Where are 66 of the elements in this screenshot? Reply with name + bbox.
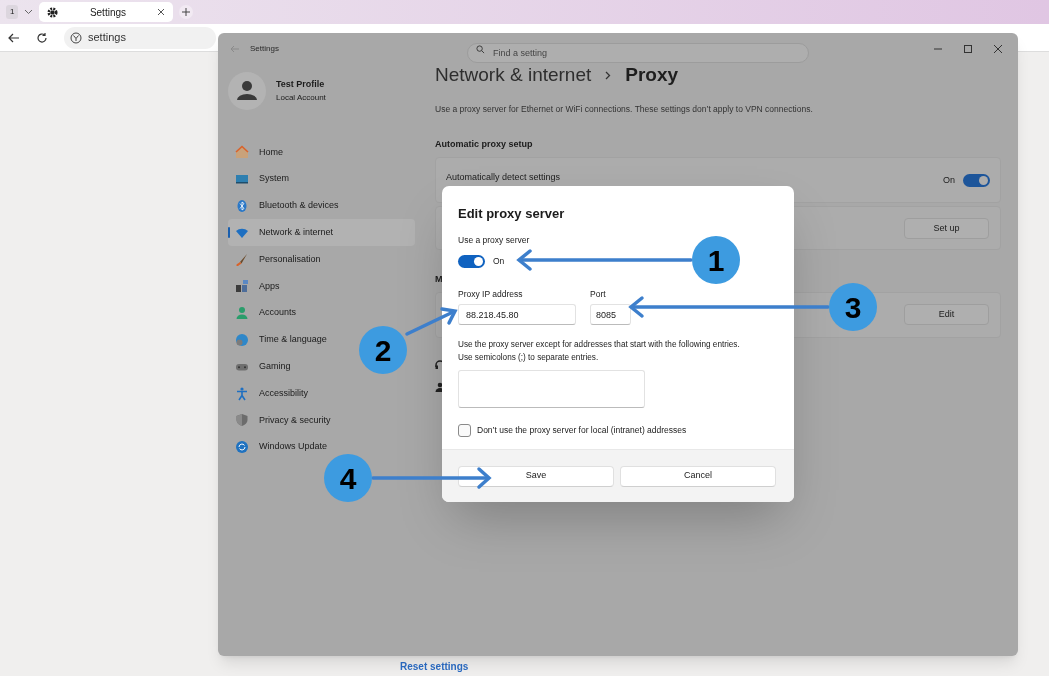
sidebar-item[interactable]: System xyxy=(228,165,297,193)
profile-name: Test Profile xyxy=(276,78,326,92)
sidebar-item[interactable]: Time & language xyxy=(228,326,335,354)
search-icon xyxy=(475,44,485,54)
refresh-icon xyxy=(235,440,249,455)
page-title: Proxy xyxy=(625,62,679,87)
tab-count[interactable]: 1 xyxy=(6,5,19,19)
setup-button[interactable]: Set up xyxy=(904,217,989,239)
input-field[interactable] xyxy=(458,370,645,408)
help-text: Use the proxy server except for addresses that start with the following entries. xyxy=(458,339,741,351)
toggle-switch[interactable] xyxy=(963,173,990,187)
home-icon xyxy=(235,145,249,160)
avatar xyxy=(228,72,266,110)
new-tab-icon[interactable] xyxy=(179,5,194,19)
sidebar-item[interactable]: Privacy & security xyxy=(228,406,339,434)
page-description: Use a proxy server for Ethernet or WiFi connections. These settings don’t apply to VPN connections. xyxy=(435,103,814,116)
browser-tab[interactable]: Settings xyxy=(39,2,174,22)
checkbox[interactable] xyxy=(458,424,471,437)
bluetooth-icon xyxy=(235,199,249,213)
toggle-switch[interactable] xyxy=(458,255,485,269)
setting-label: Automatically detect settings xyxy=(446,170,561,184)
sidebar-item[interactable]: Bluetooth & devices xyxy=(228,192,347,220)
save-button[interactable]: Save xyxy=(458,465,614,487)
edit-button[interactable]: Edit xyxy=(904,304,989,326)
arrow xyxy=(405,307,458,336)
chevron-icon xyxy=(605,70,612,80)
sidebar-item[interactable]: Home xyxy=(228,139,291,166)
apps-icon xyxy=(235,279,249,294)
sidebar-item[interactable]: Apps xyxy=(228,273,288,300)
gear-icon xyxy=(47,6,59,18)
reload-icon[interactable] xyxy=(36,31,48,44)
field-label: Use a proxy server xyxy=(458,233,531,247)
account-type: Local Account xyxy=(276,91,326,104)
sidebar-item[interactable]: Accessibility xyxy=(228,380,316,407)
shield-icon xyxy=(235,413,249,428)
input-field[interactable]: 8085 xyxy=(590,304,631,325)
section-heading: Automatic proxy setup xyxy=(435,137,534,151)
checkbox-label: Don’t use the proxy server for local (intranet) addresses xyxy=(477,424,687,437)
field-label: Proxy IP address xyxy=(458,288,524,301)
accessibility-icon xyxy=(235,386,249,401)
sidebar-item[interactable]: Accounts xyxy=(228,299,305,327)
field-label: Port xyxy=(590,288,607,301)
caret-icon[interactable] xyxy=(24,9,34,15)
search-field[interactable]: Find a setting xyxy=(466,43,809,63)
toggle-state: On xyxy=(943,173,955,187)
close-icon[interactable] xyxy=(157,8,166,16)
breadcrumb-link[interactable]: Network & internet xyxy=(435,60,592,90)
help-text: Use semicolons (;) to separate entries. xyxy=(458,352,600,364)
system-icon xyxy=(235,172,249,187)
sidebar-item[interactable]: Network & internet xyxy=(228,219,415,247)
reset-settings-link[interactable]: Reset settings xyxy=(400,659,469,674)
toggle-state: On xyxy=(493,255,505,269)
maximize-icon[interactable] xyxy=(964,45,972,53)
window-title: Settings xyxy=(250,43,279,55)
section-heading: M xyxy=(435,273,444,287)
sidebar-item[interactable]: Gaming xyxy=(228,353,299,381)
globe-icon xyxy=(235,332,249,347)
address-field[interactable]: settings xyxy=(64,26,216,49)
dialog-title: Edit proxy server xyxy=(458,205,566,223)
person-icon xyxy=(235,306,249,321)
input-field[interactable]: 88.218.45.80 xyxy=(458,304,576,325)
close-icon[interactable] xyxy=(994,45,1002,53)
sidebar-item[interactable]: Personalisation xyxy=(228,246,329,273)
back-icon[interactable] xyxy=(8,32,20,43)
cancel-button[interactable]: Cancel xyxy=(620,465,776,487)
browser-logo xyxy=(70,31,82,44)
